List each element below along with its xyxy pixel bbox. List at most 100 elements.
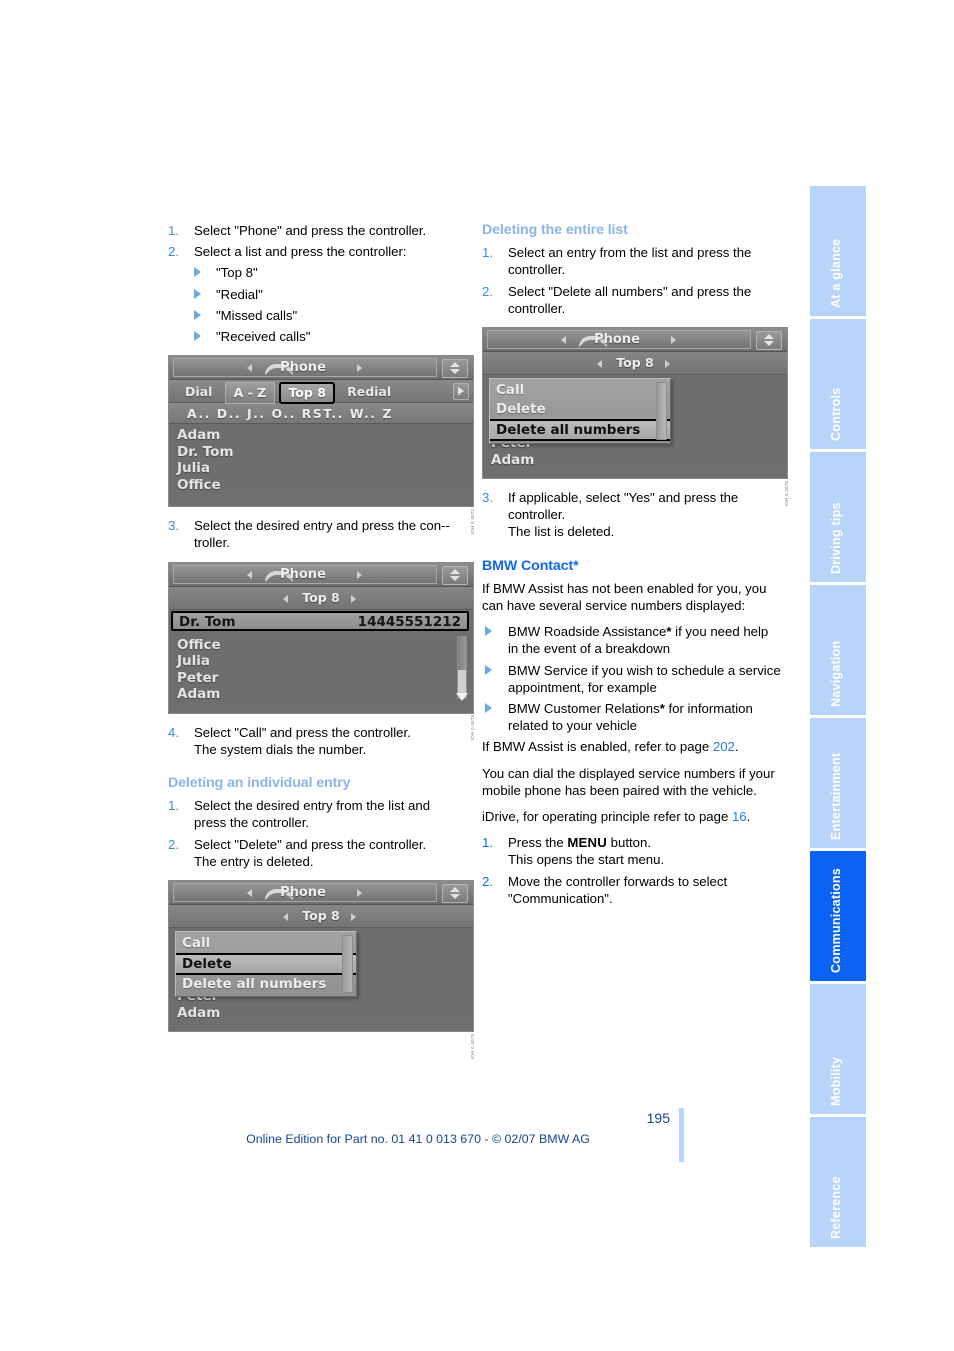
tab-a-z[interactable]: A - Z xyxy=(224,382,276,405)
arrow-right-icon[interactable] xyxy=(351,594,356,603)
menu-item-delete-all[interactable]: Delete all numbers xyxy=(490,419,670,442)
page-reference-link[interactable]: 202 xyxy=(713,739,735,754)
triangle-bullet-icon xyxy=(485,664,492,675)
menu-item-delete-all[interactable]: Delete all numbers xyxy=(176,975,356,994)
page-number: 195 xyxy=(646,1110,670,1126)
step-4-group: 4. Select "Call" and press the controlle… xyxy=(168,724,468,758)
sidebar-tab-mobility[interactable]: Mobility xyxy=(810,984,866,1114)
screen-title: Phone xyxy=(594,332,640,348)
figure-code: IOH 0 4075 NJ xyxy=(469,1026,475,1060)
step-text: Select "Phone" and press the controller. xyxy=(194,223,427,238)
list-item[interactable]: Office xyxy=(177,637,473,654)
figure-popup-delete-all: Phone Top 8 Peter Adam Call Delete Delet… xyxy=(482,327,789,506)
sidebar-tab-entertainment[interactable]: Entertainment xyxy=(810,718,866,848)
step-text-cont: press the controller. xyxy=(194,815,310,831)
menu-button-label: MENU xyxy=(567,835,608,851)
step-text-cont: controller. xyxy=(508,507,566,523)
list-item[interactable]: Adam xyxy=(177,686,473,703)
assist-note-pre: If BMW Assist is enabled, refer to page xyxy=(482,739,713,755)
more-tabs-arrow-icon[interactable] xyxy=(453,383,469,401)
menu-scrollbar[interactable] xyxy=(342,935,353,994)
service-name: BMW Roadside Assistance xyxy=(508,624,667,640)
step-number: 3. xyxy=(482,490,493,506)
step-number: 2. xyxy=(168,244,179,260)
sidebar-tab-controls[interactable]: Controls xyxy=(810,319,866,449)
scrollbar[interactable] xyxy=(457,635,467,699)
arrow-left-icon[interactable] xyxy=(597,360,602,369)
arrow-left-icon[interactable] xyxy=(283,594,288,603)
footer-rule xyxy=(679,1108,684,1162)
arrow-left-icon[interactable] xyxy=(283,913,288,922)
sidebar-tab-at-a-glance[interactable]: At a glance xyxy=(810,186,866,316)
list-item[interactable]: Adam xyxy=(177,427,473,444)
figure-popup-delete: Phone Top 8 Peter Adam Call Delete Delet… xyxy=(168,880,475,1059)
list-item[interactable]: Peter xyxy=(177,670,473,687)
contact-list: Office Julia Peter Adam xyxy=(169,633,473,703)
list-option-label: "Received calls" xyxy=(216,329,311,345)
chapter-tabs-sidebar: At a glance Controls Driving tips Naviga… xyxy=(810,186,866,1247)
sidebar-tab-driving-tips[interactable]: Driving tips xyxy=(810,452,866,582)
service-name: BMW Service xyxy=(508,662,588,678)
menu-navigation-steps: 1. Press the MENU button. This opens the… xyxy=(482,834,782,907)
step-item: 3. If applicable, select "Yes" and press… xyxy=(482,489,782,541)
list-item[interactable]: Julia xyxy=(177,460,473,477)
updown-toggle-icon[interactable] xyxy=(442,565,468,585)
list-item[interactable]: Adam xyxy=(491,452,787,469)
idrive-note-post: . xyxy=(746,809,751,825)
arrow-right-icon[interactable] xyxy=(665,360,670,369)
entry-number: 14445551212 xyxy=(357,613,461,630)
heading-delete-entire-list: Deleting the entire list xyxy=(482,222,628,238)
sidebar-tab-label: Driving tips xyxy=(829,502,843,574)
idrive-subtitle-bar: Top 8 xyxy=(169,905,473,929)
list-item: "Top 8" xyxy=(168,264,468,281)
tab-dial[interactable]: Dial xyxy=(177,382,220,402)
letter-index-row[interactable]: A.. D.. J.. O.. RST.. W.. Z xyxy=(169,403,473,425)
tab-top-8[interactable]: Top 8 xyxy=(279,382,335,405)
selected-entry-row[interactable]: Dr. Tom 14445551212 xyxy=(171,610,469,631)
idrive-screen-popup-delete: Phone Top 8 Peter Adam Call Delete Delet… xyxy=(168,880,474,1033)
step-number: 2. xyxy=(482,873,493,889)
step-item: 1. Press the MENU button. This opens the… xyxy=(482,834,782,868)
step-text: Select "Call" and press the controller. xyxy=(194,724,411,740)
triangle-bullet-icon xyxy=(194,331,201,342)
service-name: BMW Customer Relations xyxy=(508,701,660,717)
triangle-bullet-icon xyxy=(485,626,492,637)
screen-title: Phone xyxy=(280,360,326,376)
step-number: 1. xyxy=(482,245,493,261)
step-text-cont: controller. xyxy=(508,262,566,278)
scrollbar-thumb[interactable] xyxy=(458,670,466,695)
step-item: 4. Select "Call" and press the controlle… xyxy=(168,724,468,758)
menu-item-delete[interactable]: Delete xyxy=(176,953,356,976)
list-item[interactable]: Julia xyxy=(177,653,473,670)
list-options: "Top 8" "Redial" "Missed calls" "Receive… xyxy=(168,264,468,345)
list-option-label: "Top 8" xyxy=(216,265,258,281)
idrive-title-bar: Phone xyxy=(169,881,473,906)
menu-item-call[interactable]: Call xyxy=(176,934,356,953)
step-subtext: The entry is deleted. xyxy=(194,853,314,869)
updown-toggle-icon[interactable] xyxy=(442,884,468,904)
idrive-screen-popup-delete-all: Phone Top 8 Peter Adam Call Delete Delet… xyxy=(482,327,788,480)
list-item[interactable]: Office xyxy=(177,477,473,494)
step-text: Select the desired entry and press the c… xyxy=(194,518,450,551)
tab-redial[interactable]: Redial xyxy=(339,382,399,402)
arrow-right-icon[interactable] xyxy=(351,913,356,922)
list-item[interactable]: Adam xyxy=(177,1005,473,1022)
step-number: 1. xyxy=(482,835,493,851)
step-subtext: The system dials the number. xyxy=(194,741,367,757)
updown-toggle-icon[interactable] xyxy=(756,331,782,351)
updown-toggle-icon[interactable] xyxy=(442,359,468,379)
step-text: Select "Delete" and press the controller… xyxy=(194,836,427,852)
menu-item-call[interactable]: Call xyxy=(490,381,670,400)
sidebar-tab-navigation[interactable]: Navigation xyxy=(810,585,866,715)
sidebar-tab-reference[interactable]: Reference xyxy=(810,1117,866,1247)
scroll-down-arrow-icon[interactable] xyxy=(456,692,468,701)
sidebar-tab-communications[interactable]: Communications xyxy=(810,851,866,981)
menu-scrollbar[interactable] xyxy=(656,382,667,441)
list-item: BMW Service if you wish to schedule a se… xyxy=(482,662,782,696)
sidebar-tab-label: Entertainment xyxy=(829,752,843,840)
page-reference-link[interactable]: 16 xyxy=(732,809,747,824)
menu-item-delete[interactable]: Delete xyxy=(490,400,670,419)
sidebar-tab-label: Reference xyxy=(829,1176,843,1239)
list-item[interactable]: Dr. Tom xyxy=(177,444,473,461)
